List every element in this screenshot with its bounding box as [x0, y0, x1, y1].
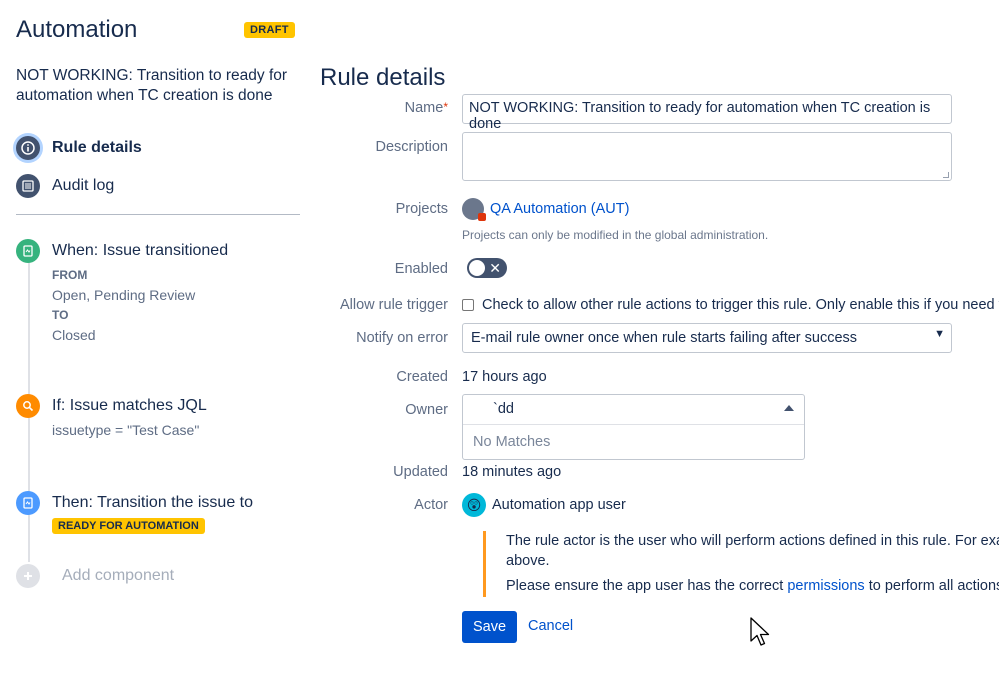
component-action[interactable]: Then: Transition the issue to READY FOR …	[16, 491, 253, 534]
search-icon	[16, 394, 40, 418]
nav-audit-log-label: Audit log	[52, 177, 115, 194]
toggle-knob	[469, 260, 485, 276]
list-icon	[16, 174, 40, 198]
trigger-from-key: FROM	[52, 268, 88, 282]
dropdown-arrow-icon: ▼	[934, 328, 945, 340]
updated-value: 18 minutes ago	[462, 464, 562, 480]
sidebar: Automation DRAFT NOT WORKING: Transition…	[0, 0, 310, 680]
notify-label: Notify on error	[356, 330, 448, 346]
created-label: Created	[396, 369, 448, 385]
notify-select[interactable]: E-mail rule owner once when rule starts …	[462, 323, 952, 353]
permissions-link[interactable]: permissions	[787, 578, 864, 594]
component-trigger[interactable]: When: Issue transitioned FROM Open, Pend…	[16, 239, 228, 345]
trigger-to-key: TO	[52, 308, 69, 322]
projects-help-text: Projects can only be modified in the glo…	[462, 228, 769, 242]
trigger-to-value: Closed	[52, 327, 96, 343]
description-textarea[interactable]	[462, 132, 952, 181]
owner-input[interactable]: `dd	[463, 395, 804, 425]
add-component-button[interactable]: Add component	[16, 564, 174, 588]
app-title: Automation	[16, 16, 138, 43]
page-title: Rule details	[320, 64, 446, 91]
owner-no-matches: No Matches	[473, 434, 551, 450]
resize-grip[interactable]	[943, 172, 949, 178]
condition-title: If: Issue matches JQL	[52, 397, 207, 414]
actor-avatar: 😲	[462, 493, 486, 517]
name-label: Name*	[404, 100, 448, 116]
actor-info-panel: The rule actor is the user who will perf…	[483, 531, 999, 597]
actor-name: Automation app user	[492, 497, 626, 513]
name-input[interactable]: NOT WORKING: Transition to ready for aut…	[462, 94, 952, 132]
actor-label: Actor	[414, 497, 448, 513]
action-icon	[16, 491, 40, 515]
updated-label: Updated	[393, 464, 448, 480]
save-button[interactable]: Save	[462, 611, 517, 643]
status-lozenge: READY FOR AUTOMATION	[52, 518, 205, 534]
trigger-title: When: Issue transitioned	[52, 242, 229, 259]
enabled-label: Enabled	[394, 261, 448, 277]
owner-label: Owner	[405, 402, 448, 418]
owner-picker[interactable]: `dd No Matches	[462, 394, 805, 460]
component-condition[interactable]: If: Issue matches JQL issuetype = "Test …	[16, 394, 207, 440]
created-value: 17 hours ago	[462, 369, 547, 385]
trigger-from-value: Open, Pending Review	[52, 287, 196, 303]
enabled-toggle[interactable]: ✕	[467, 258, 507, 278]
info-line-1: The rule actor is the user who will perf…	[506, 533, 999, 549]
cancel-button[interactable]: Cancel	[528, 618, 573, 634]
project-link[interactable]: QA Automation (AUT)	[490, 201, 629, 217]
rule-name: NOT WORKING: Transition to ready for aut…	[16, 67, 288, 104]
chevron-up-icon[interactable]	[784, 405, 794, 411]
description-label: Description	[375, 139, 448, 155]
nav-audit-log[interactable]: Audit log	[16, 174, 114, 198]
owner-query: `dd	[493, 401, 514, 417]
info-icon	[16, 136, 40, 160]
info-line-2: above.	[506, 553, 550, 569]
allow-trigger-checkbox[interactable]	[462, 299, 474, 311]
close-icon: ✕	[489, 260, 501, 276]
allow-trigger-text: Check to allow other rule actions to tri…	[482, 297, 999, 313]
trigger-icon	[16, 239, 40, 263]
nav-rule-details-label: Rule details	[52, 139, 142, 156]
info-line-3: Please ensure the app user has the corre…	[506, 578, 999, 594]
condition-detail: issuetype = "Test Case"	[52, 422, 200, 438]
draft-badge: DRAFT	[244, 22, 295, 38]
action-title: Then: Transition the issue to	[52, 494, 253, 511]
mouse-cursor-icon	[750, 617, 770, 646]
sidebar-divider	[16, 214, 300, 215]
allow-trigger-label: Allow rule trigger	[340, 297, 448, 313]
add-component-label: Add component	[62, 567, 175, 584]
notify-value: E-mail rule owner once when rule starts …	[471, 330, 858, 346]
required-marker: *	[443, 100, 448, 114]
projects-label: Projects	[395, 201, 448, 217]
plus-icon	[16, 564, 40, 588]
project-avatar	[462, 198, 486, 221]
nav-rule-details[interactable]: Rule details	[16, 136, 142, 160]
